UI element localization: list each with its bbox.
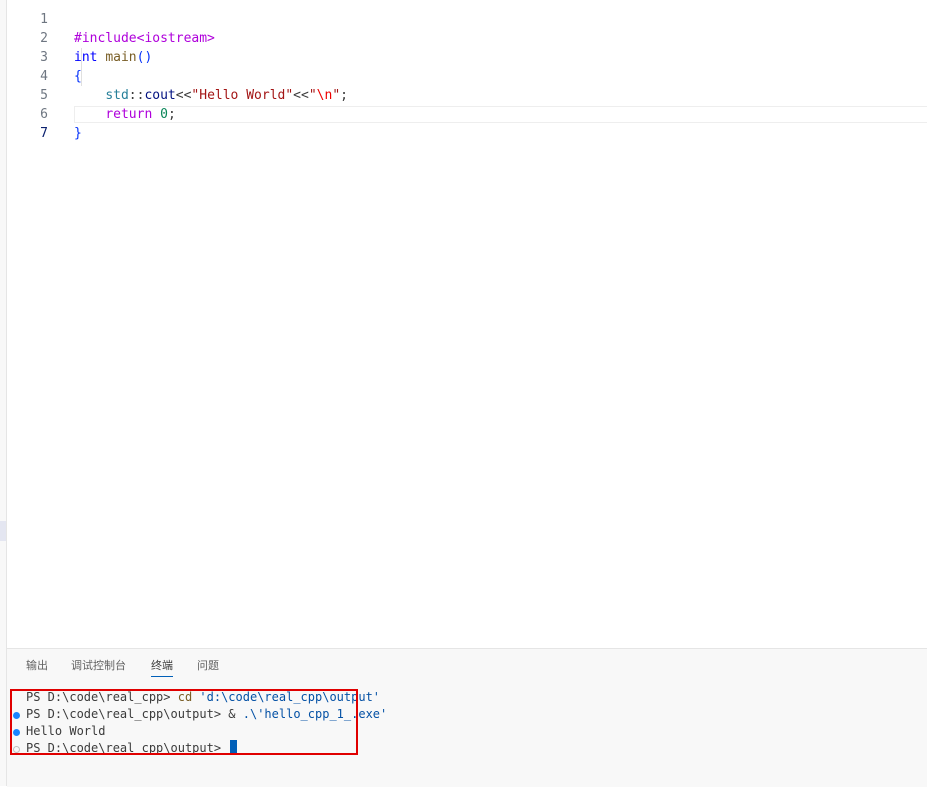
tab-terminal[interactable]: 终端 [151, 659, 173, 677]
terminal-command: cd [177, 690, 193, 704]
tab-debug-console[interactable]: 调试控制台 [71, 659, 126, 676]
panel-tabs: 输出 调试控制台 终端 问题 [7, 649, 927, 679]
activity-strip [0, 0, 7, 786]
code-editor[interactable]: 1 #include<iostream> 2 int main() 3 { 4 … [7, 0, 927, 648]
activity-marker [0, 521, 6, 541]
terminal-cursor [230, 740, 238, 754]
command-success-dot[interactable] [13, 712, 20, 719]
code-line-4[interactable]: 4 std::cout<<"Hello World"<<"\n"; [7, 48, 927, 103]
command-success-dot[interactable] [13, 729, 20, 736]
code-token: } [74, 126, 82, 141]
code-line-5[interactable]: 5 return 0; [7, 67, 927, 122]
bottom-panel: 输出 调试控制台 终端 问题 PS D:\code\real_cpp> cd '… [7, 648, 927, 787]
tab-output[interactable]: 输出 [26, 659, 48, 676]
line-number: 7 [40, 126, 48, 141]
terminal-argument: 'd:\code\real_cpp\output' [192, 690, 381, 704]
terminal-output-line: Hello World [26, 724, 106, 738]
code-line-6[interactable]: 6 } [7, 86, 927, 141]
terminal-prompt: PS D:\code\real_cpp\output> [26, 707, 229, 721]
terminal-line: PS D:\code\real_cpp> cd 'd:\code\real_cp… [26, 689, 380, 706]
terminal-prompt: PS D:\code\real_cpp\output> [26, 741, 229, 755]
terminal-line: PS D:\code\real_cpp\output> & .\'hello_c… [26, 706, 387, 723]
code-line-3[interactable]: 3 { [7, 29, 927, 84]
terminal-argument: .\'hello_cpp_1_.exe' [235, 707, 388, 721]
terminal-prompt: PS D:\code\real_cpp> [26, 690, 178, 704]
code-line-1[interactable]: 1 #include<iostream> [7, 0, 927, 46]
terminal-command: & [228, 707, 236, 721]
command-pending-dot[interactable] [13, 746, 20, 753]
code-line-7[interactable]: 7 [7, 105, 927, 141]
terminal-input-line[interactable]: PS D:\code\real_cpp\output> [26, 740, 238, 757]
code-line-2[interactable]: 2 int main() [7, 10, 927, 65]
tab-problems[interactable]: 问题 [197, 659, 219, 676]
